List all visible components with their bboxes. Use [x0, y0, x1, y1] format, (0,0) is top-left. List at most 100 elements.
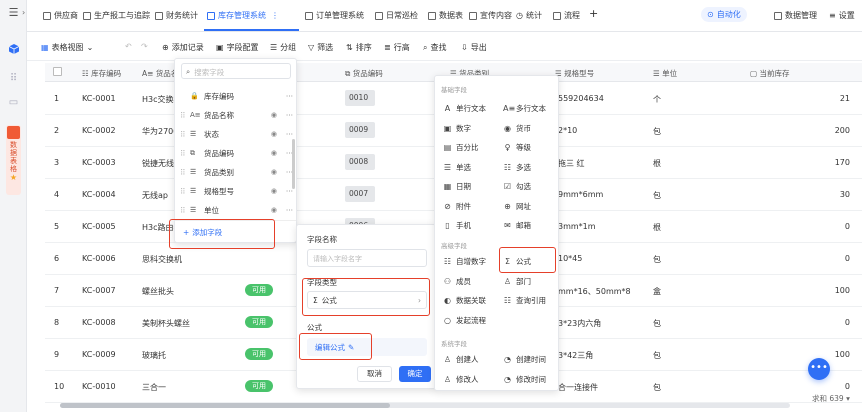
field-list-item[interactable]: ⠿ ☰ 状态 ◉ ···	[180, 125, 293, 143]
add-tab-button[interactable]: +	[589, 7, 598, 20]
field-type-option[interactable]: ◐ 数据关联	[443, 295, 486, 306]
confirm-button[interactable]: 确定	[399, 366, 431, 382]
field-type-option[interactable]: ✉ 邮箱	[503, 220, 531, 231]
more-actions-fab[interactable]: •••	[808, 358, 830, 380]
col-header-name[interactable]: A≡ 货品名	[142, 68, 178, 79]
field-type-option[interactable]: ⚇ 成员	[443, 276, 471, 287]
visibility-eye-icon[interactable]: ◉	[271, 187, 277, 195]
tab-promo[interactable]: 宣传内容	[469, 10, 512, 21]
visibility-eye-icon[interactable]: ◉	[271, 206, 277, 214]
field-type-option[interactable]: ○ 发起流程	[443, 315, 486, 326]
more-icon[interactable]: ···	[281, 92, 293, 101]
drag-handle-icon[interactable]: ⠿	[180, 206, 186, 215]
field-type-option[interactable]: ♀ 等级	[503, 142, 531, 153]
field-type-option[interactable]: ⊕ 网址	[503, 201, 531, 212]
col-header-stock[interactable]: ▢ 当前库存	[750, 68, 789, 79]
more-icon[interactable]: ···	[281, 206, 293, 215]
field-type-option[interactable]: A≡ 多行文本	[503, 103, 546, 114]
add-circle-icon: ⊕	[162, 43, 169, 52]
field-type-option[interactable]: A 单行文本	[443, 103, 486, 114]
tab-stats[interactable]: ◷ 统计	[516, 10, 542, 21]
field-type-option[interactable]: ☷ 多选	[503, 162, 531, 173]
data-manage-button[interactable]: 数据管理	[774, 10, 817, 21]
grid-icon[interactable]: ⠿	[7, 72, 20, 85]
field-type-option[interactable]: ♙ 修改人	[443, 374, 479, 385]
col-header-inventory-code[interactable]: ☷ 库存编码	[82, 68, 121, 79]
field-type-option[interactable]: ◔ 修改时间	[503, 374, 546, 385]
panel-scrollbar[interactable]	[292, 139, 295, 189]
expand-chevron-icon[interactable]: ›	[22, 8, 25, 17]
field-list-item[interactable]: 🔒 库存编码 ···	[180, 87, 293, 105]
field-list-label: 规格型号	[204, 186, 234, 196]
field-type-option[interactable]: ◔ 创建时间	[503, 354, 546, 365]
tab-production[interactable]: 生产报工与追踪	[83, 10, 150, 21]
col-label: 库存编码	[91, 69, 122, 78]
drag-handle-icon[interactable]: ⠿	[180, 149, 186, 158]
field-type-option[interactable]: ♙ 创建人	[443, 354, 479, 365]
field-list-item[interactable]: ⠿ ☰ 规格型号 ◉ ···	[180, 182, 293, 200]
field-type-option[interactable]: ▯ 手机	[443, 220, 471, 231]
undo-button[interactable]: ↶	[125, 42, 132, 51]
tab-inventory[interactable]: 库存管理系统 ⋮	[207, 10, 279, 21]
col-header-unit[interactable]: ☰ 单位	[653, 68, 677, 79]
redo-button[interactable]: ↷	[141, 42, 148, 51]
scrollbar-thumb[interactable]	[60, 403, 390, 408]
group-button[interactable]: ☰ 分组	[270, 42, 296, 53]
col-header-product-code[interactable]: ⧉ 货品编码	[345, 68, 383, 79]
field-type-option[interactable]: ▣ 数字	[443, 123, 471, 134]
export-button[interactable]: ⇩ 导出	[461, 42, 487, 53]
field-config-button[interactable]: ▣ 字段配置	[216, 42, 259, 53]
automation-button[interactable]: ⊙ 自动化	[701, 7, 747, 22]
sort-button[interactable]: ⇅ 排序	[346, 42, 372, 53]
tab-finance[interactable]: 财务统计	[155, 10, 198, 21]
field-name-input[interactable]: 请输入字段名字	[307, 249, 427, 267]
drag-handle-icon[interactable]: ⠿	[180, 187, 186, 196]
field-list-item[interactable]: ⠿ ☰ 货品类别 ◉ ···	[180, 163, 293, 181]
more-icon[interactable]: ···	[281, 111, 293, 120]
field-search-input[interactable]: ⌕ 搜索字段	[181, 63, 291, 79]
group-icon: ☰	[270, 43, 278, 52]
field-type-option[interactable]: ▦ 日期	[443, 181, 471, 192]
visibility-eye-icon[interactable]: ◉	[271, 168, 277, 176]
menu-icon[interactable]: ☰	[7, 6, 20, 19]
visibility-eye-icon[interactable]: ◉	[271, 149, 277, 157]
select-all-checkbox[interactable]	[53, 67, 62, 76]
drag-handle-icon[interactable]: ⠿	[180, 111, 186, 120]
settings-button[interactable]: ≡ 设置	[829, 10, 855, 21]
row-height-button[interactable]: ≣ 行高	[384, 42, 410, 53]
drag-handle-icon[interactable]: ⠿	[180, 168, 186, 177]
more-icon[interactable]: ···	[281, 130, 293, 139]
cancel-button[interactable]: 取消	[357, 366, 392, 382]
field-type-option[interactable]: ▤ 百分比	[443, 142, 479, 153]
field-list-item[interactable]: ⠿ ☰ 单位 ◉ ···	[180, 201, 293, 219]
search-button[interactable]: ⌕ 查找	[423, 42, 446, 53]
app-cube-icon[interactable]	[7, 42, 20, 55]
field-type-option[interactable]: ☰ 单选	[443, 162, 471, 173]
view-selector[interactable]: ▦ 表格视图 ⌄	[41, 42, 93, 53]
col-header-spec[interactable]: ☰ 规格型号	[555, 68, 594, 79]
drag-handle-icon[interactable]: ⠿	[180, 130, 186, 139]
visibility-eye-icon[interactable]: ◉	[271, 111, 277, 119]
filter-icon: ▽	[308, 43, 315, 52]
filter-button[interactable]: ▽ 筛选	[308, 42, 333, 53]
tab-datatable[interactable]: 数据表	[428, 10, 463, 21]
app-entry-data-table[interactable]: 数据表格 ★	[6, 125, 21, 195]
field-type-option[interactable]: ⊘ 附件	[443, 201, 471, 212]
field-type-option[interactable]: ☷ 自增数字	[443, 256, 486, 267]
more-icon[interactable]: ⋮	[271, 11, 279, 20]
field-type-option[interactable]: ♙ 部门	[503, 276, 531, 287]
add-record-button[interactable]: ⊕ 添加记录	[162, 42, 204, 53]
field-type-option[interactable]: ☷ 查询引用	[503, 295, 546, 306]
tab-orders[interactable]: 订单管理系统	[305, 10, 364, 21]
tab-flow[interactable]: 流程	[553, 10, 580, 21]
field-list-label: 单位	[204, 205, 219, 215]
field-type-option[interactable]: ☑ 勾选	[503, 181, 531, 192]
field-list-item[interactable]: ⠿ ⧉ 货品编码 ◉ ···	[180, 144, 293, 162]
tab-inspection[interactable]: 日常巡检	[375, 10, 418, 21]
folder-icon[interactable]: ▭	[7, 96, 20, 109]
text-icon: A≡	[142, 69, 156, 78]
field-list-item[interactable]: ⠿ A≡ 货品名称 ◉ ···	[180, 106, 293, 124]
tab-suppliers[interactable]: 供应商	[43, 10, 78, 21]
field-type-option[interactable]: ◉ 货币	[503, 123, 531, 134]
visibility-eye-icon[interactable]: ◉	[271, 130, 277, 138]
